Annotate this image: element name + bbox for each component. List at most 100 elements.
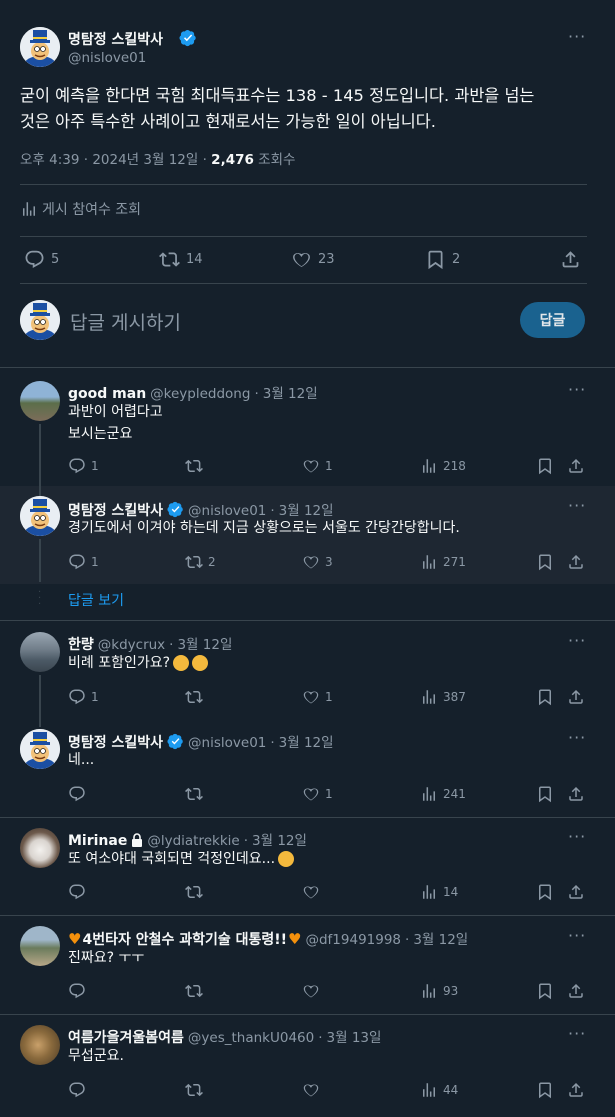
reply-author-name[interactable]: 4번타자 안철수 과학기술 대통령!! bbox=[82, 929, 287, 949]
share-action[interactable] bbox=[560, 249, 581, 270]
reply-submit-button[interactable]: 답글 bbox=[520, 302, 585, 338]
reply-date[interactable]: 3월 12일 bbox=[263, 382, 318, 402]
user-avatar[interactable] bbox=[20, 632, 60, 672]
bookmark-action[interactable] bbox=[536, 553, 554, 571]
user-avatar[interactable] bbox=[20, 1025, 60, 1065]
reply-action[interactable] bbox=[68, 883, 86, 901]
more-options-icon[interactable]: ··· bbox=[568, 1026, 586, 1042]
reply-date[interactable]: 3월 12일 bbox=[279, 731, 334, 751]
reply-action[interactable] bbox=[68, 982, 86, 1000]
reply-author-name[interactable]: 여름가을겨울봄여름 bbox=[68, 1027, 184, 1047]
more-options-icon[interactable]: ··· bbox=[568, 633, 586, 649]
retweet-action[interactable] bbox=[185, 785, 208, 803]
share-action[interactable] bbox=[567, 883, 585, 901]
reply-author-name[interactable]: 한량 bbox=[68, 634, 94, 654]
divider bbox=[20, 283, 587, 284]
retweet-action[interactable] bbox=[185, 982, 203, 1000]
more-options-icon[interactable]: ··· bbox=[568, 29, 586, 45]
reply-action[interactable] bbox=[68, 1081, 86, 1099]
reply-author-handle[interactable]: @nislove01 bbox=[188, 735, 266, 751]
bookmark-action[interactable] bbox=[536, 1081, 554, 1099]
share-action[interactable] bbox=[567, 982, 585, 1000]
reply-author-handle[interactable]: @yes_thankU0460 bbox=[188, 1030, 314, 1046]
bookmark-action[interactable] bbox=[536, 785, 554, 803]
user-avatar[interactable] bbox=[20, 926, 60, 966]
bookmark-action[interactable] bbox=[536, 982, 554, 1000]
engagement-link[interactable]: 게시 참여수 조회 bbox=[20, 199, 141, 219]
author-avatar[interactable] bbox=[20, 27, 60, 67]
like-icon bbox=[291, 249, 312, 270]
views-action[interactable]: 44 bbox=[420, 1081, 458, 1099]
more-options-icon[interactable]: ··· bbox=[568, 730, 586, 746]
share-action[interactable] bbox=[567, 785, 585, 803]
retweet-action[interactable] bbox=[185, 688, 208, 706]
retweet-count: 14 bbox=[186, 252, 203, 267]
views-count: 241 bbox=[443, 787, 466, 801]
retweet-action[interactable]: 2 bbox=[185, 553, 216, 571]
like-action[interactable]: 1 bbox=[302, 457, 333, 475]
like-action[interactable]: 1 bbox=[302, 688, 333, 706]
reply-author-handle[interactable]: @df19491998 bbox=[305, 932, 401, 948]
more-options-icon[interactable]: ··· bbox=[568, 498, 586, 514]
reply-action[interactable]: 1 bbox=[68, 553, 99, 571]
reply-author-name[interactable]: Mirinae bbox=[68, 833, 127, 849]
reply-action[interactable]: 1 bbox=[68, 457, 99, 475]
reply-date[interactable]: 3월 13일 bbox=[327, 1026, 382, 1046]
more-options-icon[interactable]: ··· bbox=[568, 382, 586, 398]
tweet-time[interactable]: 오후 4:39 · 2024년 3월 12일 · bbox=[20, 152, 211, 168]
like-action[interactable] bbox=[302, 883, 320, 901]
views-action[interactable]: 218 bbox=[420, 457, 466, 475]
user-avatar[interactable] bbox=[20, 729, 60, 769]
reply-header: good man @keypleddong · 3월 12일 bbox=[68, 382, 318, 402]
more-options-icon[interactable]: ··· bbox=[568, 829, 586, 845]
retweet-action[interactable] bbox=[185, 457, 208, 475]
author-handle[interactable]: @nislove01 bbox=[68, 50, 146, 66]
bookmark-action[interactable] bbox=[536, 883, 554, 901]
like-action[interactable]: 23 bbox=[291, 249, 335, 270]
like-action[interactable]: 1 bbox=[302, 785, 333, 803]
retweet-action[interactable]: 14 bbox=[159, 249, 203, 270]
retweet-icon bbox=[185, 457, 203, 475]
reply-author-handle[interactable]: @keypleddong bbox=[150, 386, 250, 402]
user-avatar[interactable] bbox=[20, 828, 60, 868]
views-action[interactable]: 271 bbox=[420, 553, 466, 571]
reply-author-handle[interactable]: @kdycrux bbox=[98, 637, 165, 653]
reply-date[interactable]: 3월 12일 bbox=[252, 829, 307, 849]
views-action[interactable]: 14 bbox=[420, 883, 458, 901]
retweet-action[interactable] bbox=[185, 1081, 203, 1099]
views-action[interactable]: 93 bbox=[420, 982, 458, 1000]
my-avatar[interactable] bbox=[20, 300, 60, 340]
reply-date[interactable]: 3월 12일 bbox=[177, 633, 232, 653]
reply-author-handle[interactable]: @lydiatrekkie bbox=[147, 833, 239, 849]
reply-author-name[interactable]: good man bbox=[68, 386, 146, 402]
reply-action[interactable]: 5 bbox=[24, 249, 59, 270]
reply-text-line: 또 여소야대 국회되면 걱정인데요... bbox=[68, 851, 276, 867]
user-avatar[interactable] bbox=[20, 381, 60, 421]
retweet-action[interactable] bbox=[185, 883, 203, 901]
reply-text-line: 진짜요? ㅜㅜ bbox=[68, 950, 145, 966]
reply-date[interactable]: 3월 12일 bbox=[413, 928, 468, 948]
views-action[interactable]: 241 bbox=[420, 785, 466, 803]
bookmark-action[interactable]: 2 bbox=[425, 249, 460, 270]
share-action[interactable] bbox=[567, 457, 585, 475]
share-action[interactable] bbox=[567, 1081, 585, 1099]
user-avatar[interactable] bbox=[20, 496, 60, 536]
reply-date[interactable]: 3월 12일 bbox=[279, 499, 334, 519]
views-count: 387 bbox=[443, 690, 466, 704]
bookmark-action[interactable] bbox=[536, 688, 554, 706]
reply-action[interactable]: 1 bbox=[68, 688, 99, 706]
bookmark-icon bbox=[425, 249, 446, 270]
like-action[interactable]: 3 bbox=[302, 553, 333, 571]
bookmark-action[interactable] bbox=[536, 457, 554, 475]
author-name[interactable]: 명탐정 스킬박사 bbox=[68, 29, 163, 49]
more-options-icon[interactable]: ··· bbox=[568, 928, 586, 944]
like-action[interactable] bbox=[302, 1081, 320, 1099]
reply-compose-input[interactable]: 답글 게시하기 bbox=[70, 308, 181, 335]
like-action[interactable] bbox=[302, 982, 320, 1000]
share-action[interactable] bbox=[567, 553, 585, 571]
views-action[interactable]: 387 bbox=[420, 688, 466, 706]
share-action[interactable] bbox=[567, 688, 585, 706]
reply-action[interactable] bbox=[68, 785, 91, 803]
like-count: 3 bbox=[325, 555, 333, 569]
show-replies-link[interactable]: 답글 보기 bbox=[68, 590, 124, 610]
